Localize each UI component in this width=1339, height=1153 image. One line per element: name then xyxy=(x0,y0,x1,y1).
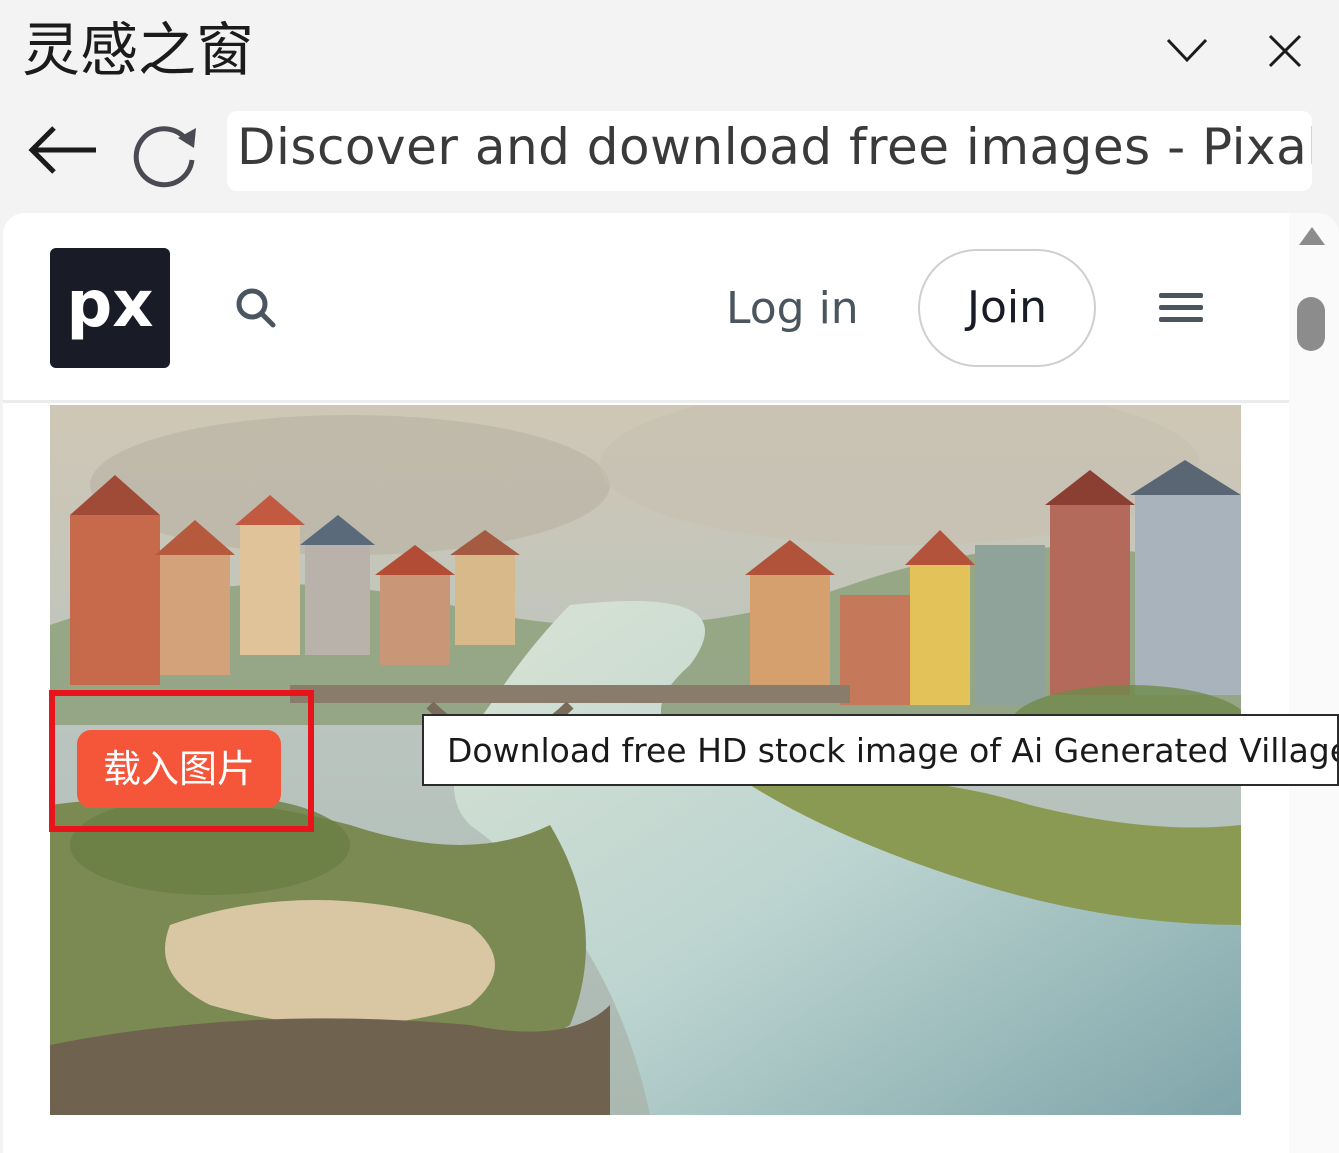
arrow-left-icon[interactable] xyxy=(24,114,104,186)
site-header: px Log in Join xyxy=(3,213,1289,403)
pixabay-logo[interactable]: px xyxy=(50,248,170,368)
join-button[interactable]: Join xyxy=(918,249,1096,367)
reload-icon[interactable] xyxy=(126,114,206,194)
address-bar[interactable]: Discover and download free images - Pixa… xyxy=(227,111,1312,191)
image-tooltip: Download free HD stock image of Ai Gener… xyxy=(422,714,1339,786)
web-content: px Log in Join xyxy=(3,213,1339,1153)
chevron-down-icon[interactable] xyxy=(1162,26,1212,76)
window-title: 灵感之窗 xyxy=(22,16,255,84)
search-icon[interactable] xyxy=(233,285,277,329)
scroll-thumb[interactable] xyxy=(1297,297,1325,351)
load-image-button[interactable]: 载入图片 xyxy=(77,730,281,808)
close-icon[interactable] xyxy=(1260,26,1310,76)
login-link[interactable]: Log in xyxy=(726,281,859,337)
vertical-scrollbar[interactable] xyxy=(1289,213,1339,1153)
logo-text: px xyxy=(66,268,153,342)
hamburger-menu-icon[interactable] xyxy=(1157,291,1205,325)
scroll-up-icon[interactable] xyxy=(1297,223,1327,249)
